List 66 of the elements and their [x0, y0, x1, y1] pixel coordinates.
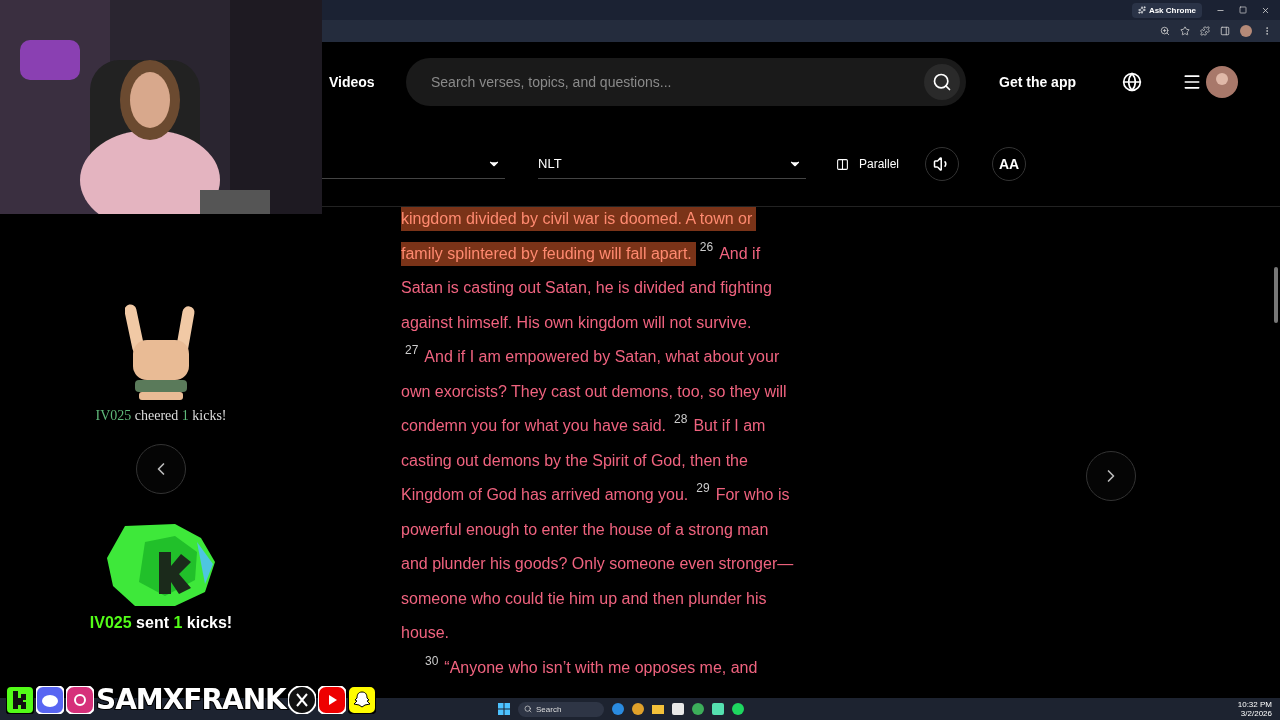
instagram-icon[interactable] [66, 685, 94, 714]
font-size-button[interactable]: AA [992, 147, 1027, 181]
verse-number: 27 [405, 344, 419, 356]
extensions-icon[interactable] [1200, 26, 1210, 36]
star-icon[interactable] [1180, 26, 1190, 36]
channel-handle: SAMXFRANK [96, 683, 286, 716]
store-icon[interactable] [672, 703, 684, 715]
verse-text: powerful enough to enter the house of a strong man [401, 519, 770, 540]
menu-icon[interactable] [1182, 72, 1202, 92]
search-icon [524, 705, 532, 713]
verse-text: casting out demons by the Spirit of God, then the [401, 450, 749, 471]
verse-text: family splintered by feuding will fall apart. [401, 241, 696, 266]
alert-message: IV025 cheered 1 kicks! [95, 408, 227, 424]
verse-number: 26 [699, 240, 714, 253]
browser-icon[interactable] [632, 703, 644, 715]
profile-avatar[interactable] [1240, 25, 1252, 37]
browser-icon[interactable] [692, 703, 704, 715]
search-bar[interactable]: Search verses, topics, and questions... [406, 58, 966, 106]
verse-text: Kingdom of God has arrived among you. [401, 485, 690, 505]
discord-icon[interactable] [36, 685, 64, 714]
search-button[interactable] [924, 64, 960, 100]
verse-text: own exorcists? They cast out demons, too, so they will [401, 381, 788, 402]
search-field[interactable]: Search verses, topics, and questions... [429, 73, 924, 91]
side-panel-icon[interactable] [1220, 26, 1230, 36]
columns-icon [836, 157, 849, 171]
folder-icon[interactable] [652, 703, 664, 715]
ask-chrome-button[interactable]: Ask Chrome [1131, 2, 1202, 18]
taskbar-search[interactable]: Search [518, 701, 604, 717]
browser-icon[interactable] [612, 703, 624, 715]
parallel-button[interactable]: Parallel [836, 157, 900, 171]
verse-text: “Anyone who isn’t with me opposes me, and [444, 657, 759, 678]
alert-message: IV025 sent 1 kicks! [89, 614, 233, 632]
audio-button[interactable] [925, 147, 960, 181]
music-icon[interactable] [732, 703, 744, 715]
get-app-link[interactable]: Get the app [999, 74, 1076, 90]
snapchat-icon[interactable] [347, 685, 376, 714]
verse-text: house. [401, 623, 451, 643]
user-avatar[interactable] [1206, 66, 1238, 98]
verse-number: 30 [425, 654, 439, 667]
verse-text: against himself. His own kingdom will not survive. [401, 312, 753, 333]
search-icon [932, 72, 952, 92]
close-icon[interactable] [1261, 5, 1270, 15]
clock-time: 10:32 PM [1237, 700, 1272, 709]
videos-link[interactable]: Videos [329, 74, 406, 90]
verse-number: 29 [696, 482, 710, 494]
verse-text: For who is [715, 485, 791, 505]
version-dropdown[interactable]: NLT [538, 149, 806, 179]
verse-text: kingdom divided by civil war is doomed. A town or [401, 207, 757, 231]
rock-hand-icon [125, 302, 197, 402]
verse-text: someone who could tie him up and then plunder his [401, 588, 768, 609]
gem-icon [105, 522, 217, 608]
globe-icon[interactable] [1122, 72, 1142, 92]
app-icon[interactable] [712, 703, 724, 715]
verse-text: Satan is casting out Satan, he is divided and fighting [401, 278, 773, 298]
windows-icon[interactable] [498, 703, 510, 715]
clock-date: 3/2/2026 [1240, 709, 1272, 718]
verse-number: 28 [674, 413, 688, 425]
verse-text: But if I am [693, 416, 767, 436]
maximize-icon[interactable] [1239, 6, 1247, 14]
zoom-icon[interactable] [1160, 26, 1170, 36]
verse-text: and plunder his goods? Only someone even stronger— [401, 554, 795, 574]
verse-text: condemn you for what you have said. [401, 416, 668, 436]
verse-text: And if [719, 243, 762, 264]
sparkle-icon [1137, 6, 1146, 14]
verse-text: And if I am empowered by Satan, what about your [424, 347, 781, 367]
kick-icon[interactable] [6, 685, 34, 714]
